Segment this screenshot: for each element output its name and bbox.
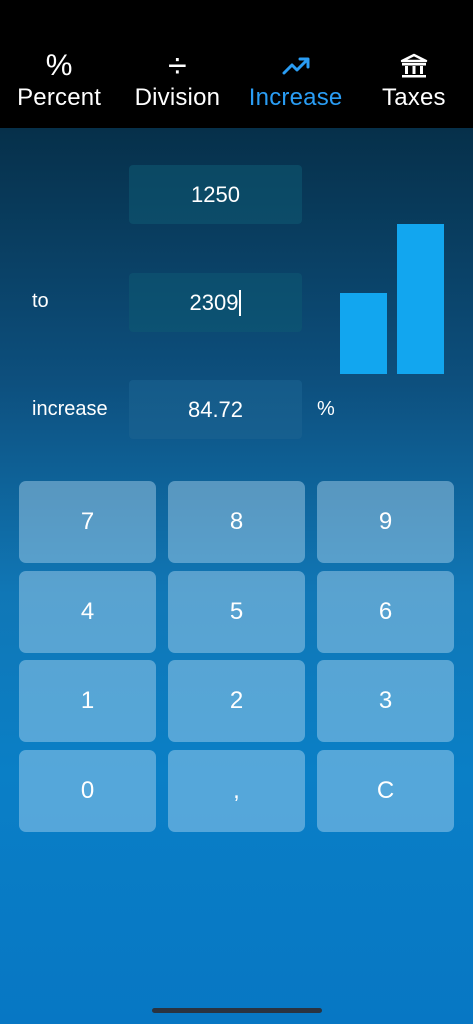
tab-label-division: Division xyxy=(134,84,221,111)
key-label: , xyxy=(233,777,240,804)
from-value-field[interactable]: 1250 xyxy=(129,165,302,224)
key-8[interactable]: 8 xyxy=(168,481,305,563)
to-value: 2309 xyxy=(189,289,239,315)
increase-label: increase xyxy=(32,398,108,420)
key-label: 7 xyxy=(80,508,95,535)
tab-label-increase: Increase xyxy=(248,84,343,111)
chart-bar xyxy=(340,293,387,374)
key-clear[interactable]: C xyxy=(317,750,454,832)
to-value-field[interactable]: 2309 xyxy=(129,273,302,332)
key-0[interactable]: 0 xyxy=(19,750,156,832)
division-icon: ÷ xyxy=(168,46,187,85)
tab-taxes[interactable]: Taxes xyxy=(355,0,473,128)
increase-value: 84.72 xyxy=(187,396,244,422)
key-label: 1 xyxy=(80,687,95,714)
text-caret xyxy=(239,289,242,316)
key-2[interactable]: 2 xyxy=(168,660,305,742)
tab-increase[interactable]: Increase xyxy=(237,0,355,128)
key-label: 8 xyxy=(229,508,244,535)
tab-bar: % Percent ÷ Division Increase Taxes xyxy=(0,0,473,128)
key-5[interactable]: 5 xyxy=(168,571,305,653)
key-9[interactable]: 9 xyxy=(317,481,454,563)
increase-result-field: 84.72 xyxy=(129,380,302,439)
key-label: 0 xyxy=(80,777,95,804)
key-4[interactable]: 4 xyxy=(19,571,156,653)
home-indicator xyxy=(152,1008,322,1013)
tab-percent[interactable]: % Percent xyxy=(0,0,118,128)
percent-icon: % xyxy=(45,49,73,82)
chart-bar xyxy=(397,224,444,374)
key-label: 2 xyxy=(229,687,244,714)
comparison-bar-chart xyxy=(338,224,448,380)
key-label: 6 xyxy=(378,598,393,625)
key-label: C xyxy=(376,777,395,804)
to-label: to xyxy=(32,290,49,312)
key-comma[interactable]: , xyxy=(168,750,305,832)
from-value: 1250 xyxy=(191,181,240,207)
bank-icon xyxy=(400,50,428,82)
percent-unit: % xyxy=(317,398,335,420)
key-label: 5 xyxy=(229,598,244,625)
key-label: 3 xyxy=(378,687,393,714)
increase-calculator: 1250 to 2309 increase 84.72 % 7 8 9 4 5 6 1 2 3 0… xyxy=(0,128,473,1024)
key-label: 9 xyxy=(378,508,393,535)
tab-label-percent: Percent xyxy=(17,84,102,111)
key-1[interactable]: 1 xyxy=(19,660,156,742)
key-7[interactable]: 7 xyxy=(19,481,156,563)
tab-division[interactable]: ÷ Division xyxy=(118,0,236,128)
key-3[interactable]: 3 xyxy=(317,660,454,742)
key-6[interactable]: 6 xyxy=(317,571,454,653)
tab-label-taxes: Taxes xyxy=(382,84,446,111)
key-label: 4 xyxy=(80,598,95,625)
trending-up-icon xyxy=(282,50,310,82)
